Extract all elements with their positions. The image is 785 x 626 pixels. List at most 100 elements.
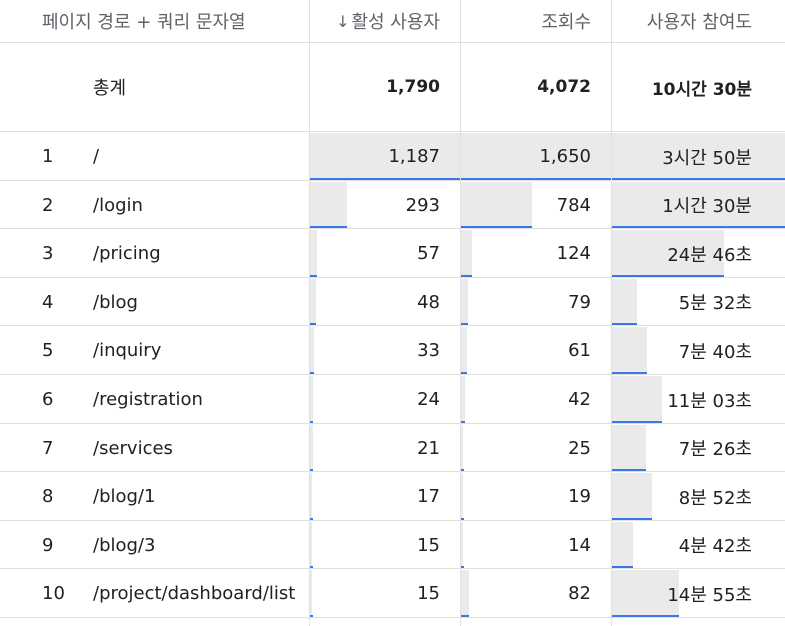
row-engagement-cell: 4분 42초 (612, 521, 785, 569)
column-header-engagement[interactable]: 사용자 참여도 (612, 0, 785, 42)
table-row[interactable]: 8/blog/1 17 19 8분 52초 (0, 472, 785, 521)
table-row[interactable]: 5/inquiry 33 61 7분 40초 (0, 326, 785, 375)
row-views-value: 124 (556, 243, 591, 264)
row-active-users-cell: 15 (310, 569, 460, 618)
totals-active-users: 1,790 (386, 77, 440, 97)
row-views-cell: 784 (461, 181, 611, 229)
row-index: 10 (42, 583, 65, 604)
table-row[interactable]: 3/pricing 57 124 24분 46초 (0, 229, 785, 278)
row-engagement-value: 3시간 50분 (662, 147, 752, 169)
row-active-users-value: 33 (417, 340, 440, 361)
column-header-page-path[interactable]: 페이지 경로 + 쿼리 문자열 (42, 0, 307, 42)
row-engagement-value: 5분 32초 (678, 293, 752, 314)
row-engagement-bar (612, 425, 646, 469)
row-views-bar (461, 425, 463, 469)
row-active-users-bar (310, 327, 314, 372)
row-page-path[interactable]: /blog/3 (93, 521, 308, 569)
row-views-bar (461, 522, 463, 566)
row-views-value: 25 (568, 437, 591, 459)
row-active-users-cell: 293 (310, 181, 460, 229)
row-page-path[interactable]: /registration (93, 375, 308, 424)
row-views-cell: 1,650 (461, 132, 611, 181)
column-header-views[interactable]: 조회수 (461, 0, 611, 42)
row-views-value: 42 (568, 389, 591, 410)
row-engagement-cell: 11분 03초 (612, 375, 785, 424)
row-active-users-bar (310, 279, 316, 323)
column-header-engagement-label: 사용자 참여도 (646, 12, 752, 33)
row-page-path[interactable]: /blog (93, 278, 308, 326)
row-views-value: 19 (568, 486, 591, 507)
row-active-users-bar (310, 473, 312, 518)
row-views-value: 79 (568, 291, 591, 313)
totals-views: 4,072 (537, 77, 591, 97)
row-views-value: 784 (556, 194, 591, 216)
row-views-bar (461, 376, 465, 421)
row-index: 1 (42, 146, 54, 167)
row-engagement-cell: 14분 55초 (612, 569, 785, 618)
row-views-cell: 25 (461, 424, 611, 472)
row-views-cell: 19 (461, 472, 611, 521)
row-engagement-cell: 8분 52초 (612, 472, 785, 521)
row-engagement-cell: 7분 26초 (612, 424, 785, 472)
row-index: 6 (42, 389, 54, 410)
row-engagement-cell: 24분 46초 (612, 229, 785, 278)
row-active-users-value: 17 (417, 486, 440, 507)
table-row[interactable]: 1 / 1,187 1,650 3시간 50분 (0, 132, 785, 181)
row-index: 8 (42, 486, 54, 507)
row-views-bar (461, 230, 472, 275)
row-engagement-bar (612, 473, 652, 518)
column-header-views-label: 조회수 (541, 12, 591, 33)
row-index: 2 (42, 194, 54, 216)
totals-label: 총계 (93, 78, 127, 99)
row-page-path[interactable]: /login (93, 181, 308, 229)
row-active-users-cell: 21 (310, 424, 460, 472)
row-page-path[interactable]: / (93, 132, 308, 181)
row-page-path[interactable]: /services (93, 424, 308, 472)
row-views-value: 61 (568, 340, 591, 361)
column-header-active-users[interactable]: ↓ 활성 사용자 (310, 0, 460, 42)
table-row[interactable]: 7/services 21 25 7분 26초 (0, 424, 785, 472)
row-views-bar (461, 182, 532, 226)
row-views-bar (461, 279, 468, 323)
row-active-users-bar (310, 230, 317, 275)
row-index: 5 (42, 340, 54, 361)
row-page-path[interactable]: /pricing (93, 229, 308, 278)
row-engagement-cell: 7분 40초 (612, 326, 785, 375)
row-views-bar (461, 327, 467, 372)
sort-descending-icon: ↓ (336, 11, 350, 31)
table-row[interactable]: 2/login 293 784 1시간 30분 (0, 181, 785, 229)
row-engagement-cell: 1시간 30분 (612, 181, 785, 229)
table-row[interactable]: 6/registration 24 42 11분 03초 (0, 375, 785, 424)
row-engagement-value: 1시간 30분 (662, 196, 752, 217)
row-views-value: 1,650 (539, 146, 591, 167)
row-engagement-value: 14분 55초 (667, 584, 752, 606)
report-table: 페이지 경로 + 쿼리 문자열 ↓ 활성 사용자 조회수 사용자 참여도 총계 … (0, 0, 785, 626)
row-engagement-bar (612, 327, 647, 372)
row-active-users-value: 1,187 (388, 146, 440, 167)
row-views-cell: 124 (461, 229, 611, 278)
row-engagement-bar (612, 376, 662, 421)
row-active-users-value: 15 (417, 583, 440, 604)
row-engagement-cell: 5분 32초 (612, 278, 785, 326)
row-index: 3 (42, 243, 54, 264)
row-engagement-cell: 3시간 50분 (612, 132, 785, 181)
row-active-users-bar (310, 376, 313, 421)
row-active-users-bar (310, 425, 313, 469)
row-active-users-cell: 57 (310, 229, 460, 278)
table-row[interactable]: 9/blog/3 15 14 4분 42초 (0, 521, 785, 569)
row-active-users-cell: 33 (310, 326, 460, 375)
row-page-path[interactable]: /inquiry (93, 326, 308, 375)
row-engagement-value: 7분 26초 (678, 439, 752, 460)
row-views-cell: 61 (461, 326, 611, 375)
row-page-path[interactable]: /project/dashboard/list (93, 569, 308, 618)
row-active-users-value: 15 (417, 534, 440, 556)
totals-row: 총계 1,790 4,072 10시간 30분 (0, 43, 785, 131)
row-page-path[interactable]: /blog/1 (93, 472, 308, 521)
table-row[interactable]: 4/blog 48 79 5분 32초 (0, 278, 785, 326)
row-views-bar (461, 570, 469, 615)
row-active-users-bar (310, 182, 347, 226)
row-engagement-bar (612, 279, 637, 323)
row-active-users-value: 48 (417, 291, 440, 313)
row-active-users-cell: 24 (310, 375, 460, 424)
table-row[interactable]: 10/project/dashboard/list 15 82 14분 55초 (0, 569, 785, 618)
